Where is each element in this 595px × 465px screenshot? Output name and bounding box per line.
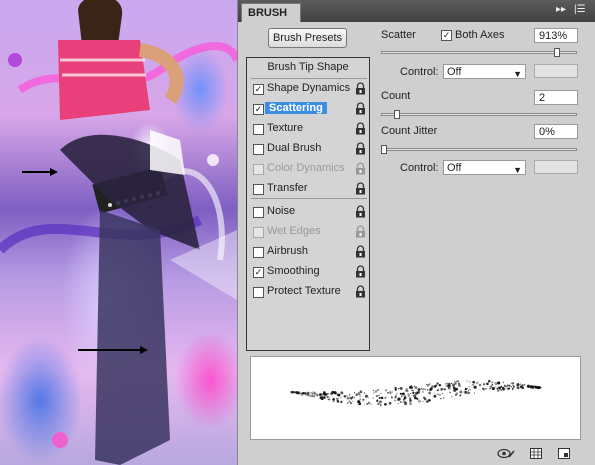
brush-setting-checkbox[interactable]: ✓ (253, 267, 264, 278)
brush-setting-airbrush[interactable]: Airbrush (251, 244, 369, 261)
brush-setting-label: Dual Brush (267, 142, 322, 154)
control-dropdown-1[interactable]: Off ▼ (443, 64, 526, 79)
count-label: Count (381, 90, 411, 102)
lock-icon[interactable] (355, 102, 366, 115)
brush-setting-checkbox[interactable] (253, 227, 264, 238)
canvas-artwork (0, 0, 237, 465)
brush-setting-dual-brush[interactable]: Dual Brush (251, 141, 369, 158)
brush-setting-checkbox[interactable]: ✓ (253, 104, 264, 115)
double-chevron-right-icon[interactable]: ▸▸ (556, 4, 566, 15)
chevron-down-icon: ▼ (513, 69, 522, 79)
control-2-swatch (534, 160, 578, 174)
brush-setting-label: Airbrush (267, 245, 308, 257)
both-axes-checkbox[interactable]: ✓ (441, 30, 452, 41)
brush-stroke-preview (250, 356, 581, 440)
lock-icon[interactable] (355, 225, 366, 238)
control-dropdown-1-value: Off (447, 66, 462, 78)
brush-setting-label: Transfer (267, 182, 308, 194)
scatter-value-field[interactable]: 913% (534, 28, 578, 43)
brush-setting-checkbox[interactable] (253, 287, 264, 298)
brush-setting-label: Protect Texture (267, 285, 341, 297)
brush-setting-checkbox[interactable] (253, 184, 264, 195)
arrow-annotation-1 (22, 168, 58, 176)
brush-setting-label: Scattering (265, 102, 327, 114)
brush-setting-checkbox[interactable] (253, 247, 264, 258)
panel-tab-bar: BRUSH ▸▸ |☰ (238, 0, 595, 22)
brush-settings-list: Brush Tip Shape ✓ Shape Dynamics ✓ Scatteri… (246, 57, 370, 351)
count-jitter-slider-thumb[interactable] (381, 145, 387, 154)
brush-setting-label: Smoothing (267, 265, 320, 277)
brush-setting-label: Color Dynamics (267, 162, 345, 174)
brush-setting-checkbox[interactable] (253, 144, 264, 155)
brush-presets-button[interactable]: Brush Presets (268, 28, 347, 48)
brush-panel: BRUSH ▸▸ |☰ Brush Presets Brush Tip Shap… (237, 0, 595, 465)
chevron-down-icon: ▼ (513, 165, 522, 175)
count-jitter-label: Count Jitter (381, 125, 438, 137)
lock-icon[interactable] (355, 82, 366, 95)
brush-setting-checkbox[interactable]: ✓ (253, 84, 264, 95)
lock-icon[interactable] (355, 122, 366, 135)
count-slider-thumb[interactable] (394, 110, 401, 119)
lock-icon[interactable] (355, 182, 366, 195)
control-dropdown-2-value: Off (447, 162, 462, 174)
brush-stroke-preview-image (290, 379, 542, 406)
lock-icon[interactable] (355, 205, 366, 218)
brush-setting-label: Shape Dynamics (267, 82, 351, 94)
eye-preview-icon[interactable] (497, 448, 515, 459)
brush-setting-texture[interactable]: Texture (251, 121, 369, 138)
brush-setting-scattering[interactable]: ✓ Scattering (251, 101, 369, 118)
list-divider (251, 78, 367, 79)
control-label-2: Control: (400, 162, 439, 174)
new-preset-icon[interactable] (558, 448, 570, 459)
brush-setting-transfer[interactable]: Transfer (251, 181, 369, 198)
brush-setting-checkbox[interactable] (253, 207, 264, 218)
brush-setting-label: Texture (267, 122, 304, 134)
control-dropdown-2[interactable]: Off ▼ (443, 160, 526, 175)
both-axes-label: Both Axes (455, 29, 505, 41)
brush-setting-checkbox[interactable] (253, 124, 264, 135)
brush-setting-shape-dynamics[interactable]: ✓ Shape Dynamics (251, 81, 369, 98)
grid-icon[interactable] (530, 448, 542, 459)
brush-setting-checkbox[interactable] (253, 164, 264, 175)
list-divider (251, 198, 367, 199)
count-jitter-slider[interactable] (381, 148, 577, 151)
brush-setting-noise[interactable]: Noise (251, 204, 369, 221)
brush-setting-protect-texture[interactable]: Protect Texture (251, 284, 369, 301)
brush-setting-wet-edges[interactable]: Wet Edges (251, 224, 369, 241)
artwork-image (0, 0, 237, 465)
brush-setting-color-dynamics[interactable]: Color Dynamics (251, 161, 369, 178)
count-value-field[interactable]: 2 (534, 90, 578, 105)
brush-setting-label: Noise (267, 205, 296, 217)
lock-icon[interactable] (355, 162, 366, 175)
scatter-label: Scatter (381, 29, 416, 41)
count-slider[interactable] (381, 113, 577, 116)
brush-setting-smoothing[interactable]: ✓ Smoothing (251, 264, 369, 281)
count-jitter-value-field[interactable]: 0% (534, 124, 578, 139)
control-1-swatch (534, 64, 578, 78)
lock-icon[interactable] (355, 142, 366, 155)
brush-setting-label: Wet Edges (267, 225, 321, 237)
brush-tip-shape-item[interactable]: Brush Tip Shape (247, 61, 369, 73)
lock-icon[interactable] (355, 265, 366, 278)
control-label-1: Control: (400, 66, 439, 78)
lock-icon[interactable] (355, 285, 366, 298)
panel-menu-icon[interactable]: |☰ (574, 4, 586, 15)
scatter-slider-thumb[interactable] (554, 48, 561, 57)
brush-tab[interactable]: BRUSH (241, 3, 301, 22)
lock-icon[interactable] (355, 245, 366, 258)
scatter-slider[interactable] (381, 51, 577, 54)
